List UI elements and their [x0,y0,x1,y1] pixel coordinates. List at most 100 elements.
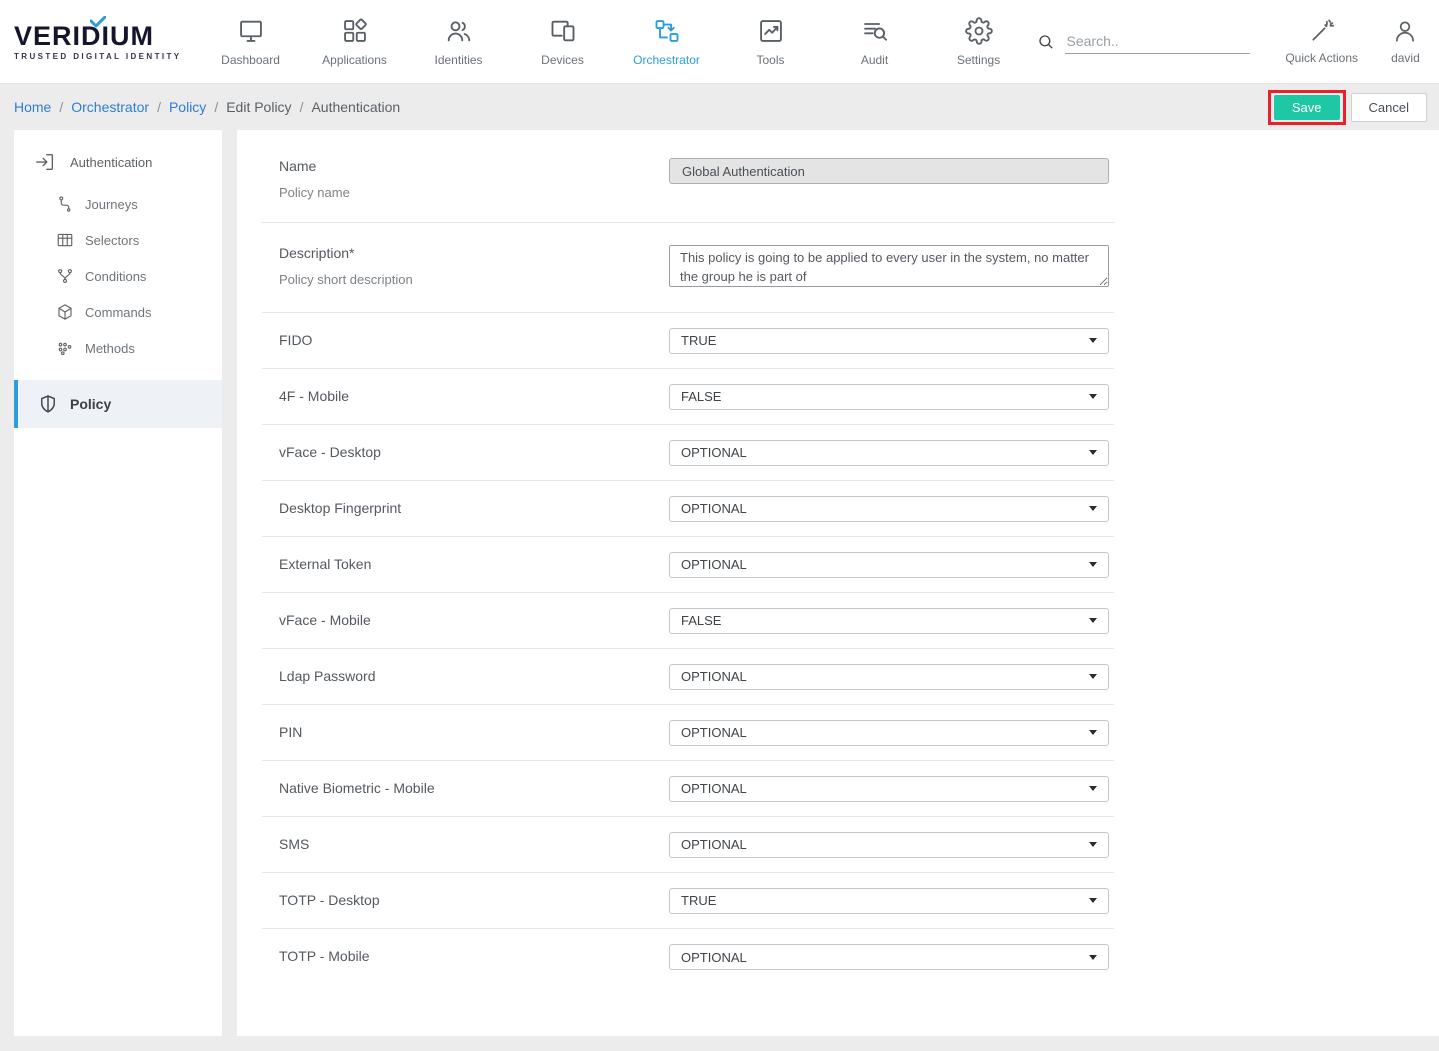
nav-label: Tools [757,53,785,67]
dropdown-value: TRUE [681,333,716,348]
tools-icon [757,17,785,45]
vface-desktop-label: vFace - Desktop [279,444,381,460]
sidebar-item-journeys[interactable]: Journeys [14,186,222,222]
policy-edit-form: Name Policy name Description* Policy sho… [237,130,1439,1036]
fido-label: FIDO [279,332,312,348]
logo-text-part2: IDIUM [73,21,155,51]
dropdown-value: OPTIONAL [681,950,747,965]
page-actions: Save Cancel [1268,90,1427,125]
nav-item-tools[interactable]: Tools [719,0,823,83]
dropdown-value: OPTIONAL [681,445,747,460]
breadcrumb-orchestrator[interactable]: Orchestrator [71,99,149,115]
desktop-fingerprint-label: Desktop Fingerprint [279,500,401,516]
login-icon [34,151,56,173]
sidebar-item-commands[interactable]: Commands [14,294,222,330]
form-row-sms: SMS OPTIONAL [262,817,1114,873]
logo-text-part1: VER [14,21,73,51]
cube-icon [56,303,74,321]
form-row-fido: FIDO TRUE [262,313,1114,369]
chevron-down-icon [1089,674,1097,679]
search-input[interactable] [1065,29,1250,54]
totp-desktop-dropdown[interactable]: TRUE [669,888,1109,914]
sidebar-item-methods[interactable]: Methods [14,330,222,366]
form-row-totp-mobile: TOTP - Mobile OPTIONAL [262,929,1114,985]
nav-item-devices[interactable]: Devices [511,0,615,83]
4f-mobile-dropdown[interactable]: FALSE [669,384,1109,410]
nav-item-applications[interactable]: Applications [303,0,407,83]
policy-name-input[interactable] [669,158,1109,184]
fido-dropdown[interactable]: TRUE [669,328,1109,354]
ldap-password-label: Ldap Password [279,668,376,684]
sidebar-item-authentication[interactable]: Authentication [14,136,222,186]
journeys-icon [56,195,74,213]
chevron-down-icon [1089,898,1097,903]
dropdown-value: OPTIONAL [681,669,747,684]
sidebar-item-policy-active[interactable]: Policy [14,380,222,428]
dropdown-value: OPTIONAL [681,725,747,740]
form-row-totp-desktop: TOTP - Desktop TRUE [262,873,1114,929]
desktop-fingerprint-dropdown[interactable]: OPTIONAL [669,496,1109,522]
form-row-description: Description* Policy short description Th… [262,223,1114,313]
dashboard-icon [237,17,265,45]
nav-item-orchestrator[interactable]: Orchestrator [615,0,719,83]
breadcrumb-home[interactable]: Home [14,99,51,115]
sidebar: Authentication Journeys Selectors Condit… [14,130,222,1036]
cancel-button[interactable]: Cancel [1351,93,1427,122]
chevron-down-icon [1089,394,1097,399]
audit-icon [861,17,889,45]
veridium-logo: VERIDIUM TRUSTED DIGITAL IDENTITY [14,0,199,83]
orchestrator-icon [653,17,681,45]
breadcrumb-separator: / [300,99,304,115]
nav-item-identities[interactable]: Identities [407,0,511,83]
main-navigation: Dashboard Applications Identities Device… [199,0,1031,83]
form-row-vface-desktop: vFace - Desktop OPTIONAL [262,425,1114,481]
sidebar-item-selectors[interactable]: Selectors [14,222,222,258]
sidebar-item-label: Policy [70,396,111,412]
totp-mobile-label: TOTP - Mobile [279,948,370,964]
sms-dropdown[interactable]: OPTIONAL [669,832,1109,858]
gear-icon [965,17,993,45]
external-token-dropdown[interactable]: OPTIONAL [669,552,1109,578]
chevron-down-icon [1089,730,1097,735]
dropdown-value: OPTIONAL [681,557,747,572]
sms-label: SMS [279,836,309,852]
breadcrumb-edit-policy: Edit Policy [226,99,291,115]
devices-icon [549,17,577,45]
breadcrumb-separator: / [59,99,63,115]
name-label: Name [279,158,669,174]
form-row-external-token: External Token OPTIONAL [262,537,1114,593]
sidebar-item-conditions[interactable]: Conditions [14,258,222,294]
form-row-4f-mobile: 4F - Mobile FALSE [262,369,1114,425]
native-biometric-mobile-dropdown[interactable]: OPTIONAL [669,776,1109,802]
dropdown-value: FALSE [681,613,721,628]
form-row-vface-mobile: vFace - Mobile FALSE [262,593,1114,649]
dropdown-value: OPTIONAL [681,781,747,796]
nav-label: Audit [861,53,888,67]
user-menu[interactable]: david [1372,0,1439,83]
save-button-highlight-annotation: Save [1268,90,1346,125]
policy-description-textarea[interactable]: This policy is going to be applied to ev… [669,245,1109,287]
breadcrumb: Home / Orchestrator / Policy / Edit Poli… [14,99,400,115]
form-row-ldap-password: Ldap Password OPTIONAL [262,649,1114,705]
sidebar-item-label: Methods [85,341,135,356]
totp-mobile-dropdown[interactable]: OPTIONAL [669,944,1109,970]
nav-label: Orchestrator [633,53,700,67]
vface-mobile-dropdown[interactable]: FALSE [669,608,1109,634]
pin-dropdown[interactable]: OPTIONAL [669,720,1109,746]
description-label: Description* [279,245,669,261]
native-biometric-mobile-label: Native Biometric - Mobile [279,780,435,796]
external-token-label: External Token [279,556,371,572]
breadcrumb-policy[interactable]: Policy [169,99,206,115]
vface-desktop-dropdown[interactable]: OPTIONAL [669,440,1109,466]
shield-icon [38,394,58,414]
quick-actions-label: Quick Actions [1285,51,1358,65]
chevron-down-icon [1089,562,1097,567]
dropdown-value: FALSE [681,389,721,404]
nav-item-audit[interactable]: Audit [823,0,927,83]
nav-item-settings[interactable]: Settings [927,0,1031,83]
quick-actions-button[interactable]: Quick Actions [1272,0,1372,83]
save-button[interactable]: Save [1274,95,1340,120]
dropdown-value: OPTIONAL [681,837,747,852]
ldap-password-dropdown[interactable]: OPTIONAL [669,664,1109,690]
nav-item-dashboard[interactable]: Dashboard [199,0,303,83]
